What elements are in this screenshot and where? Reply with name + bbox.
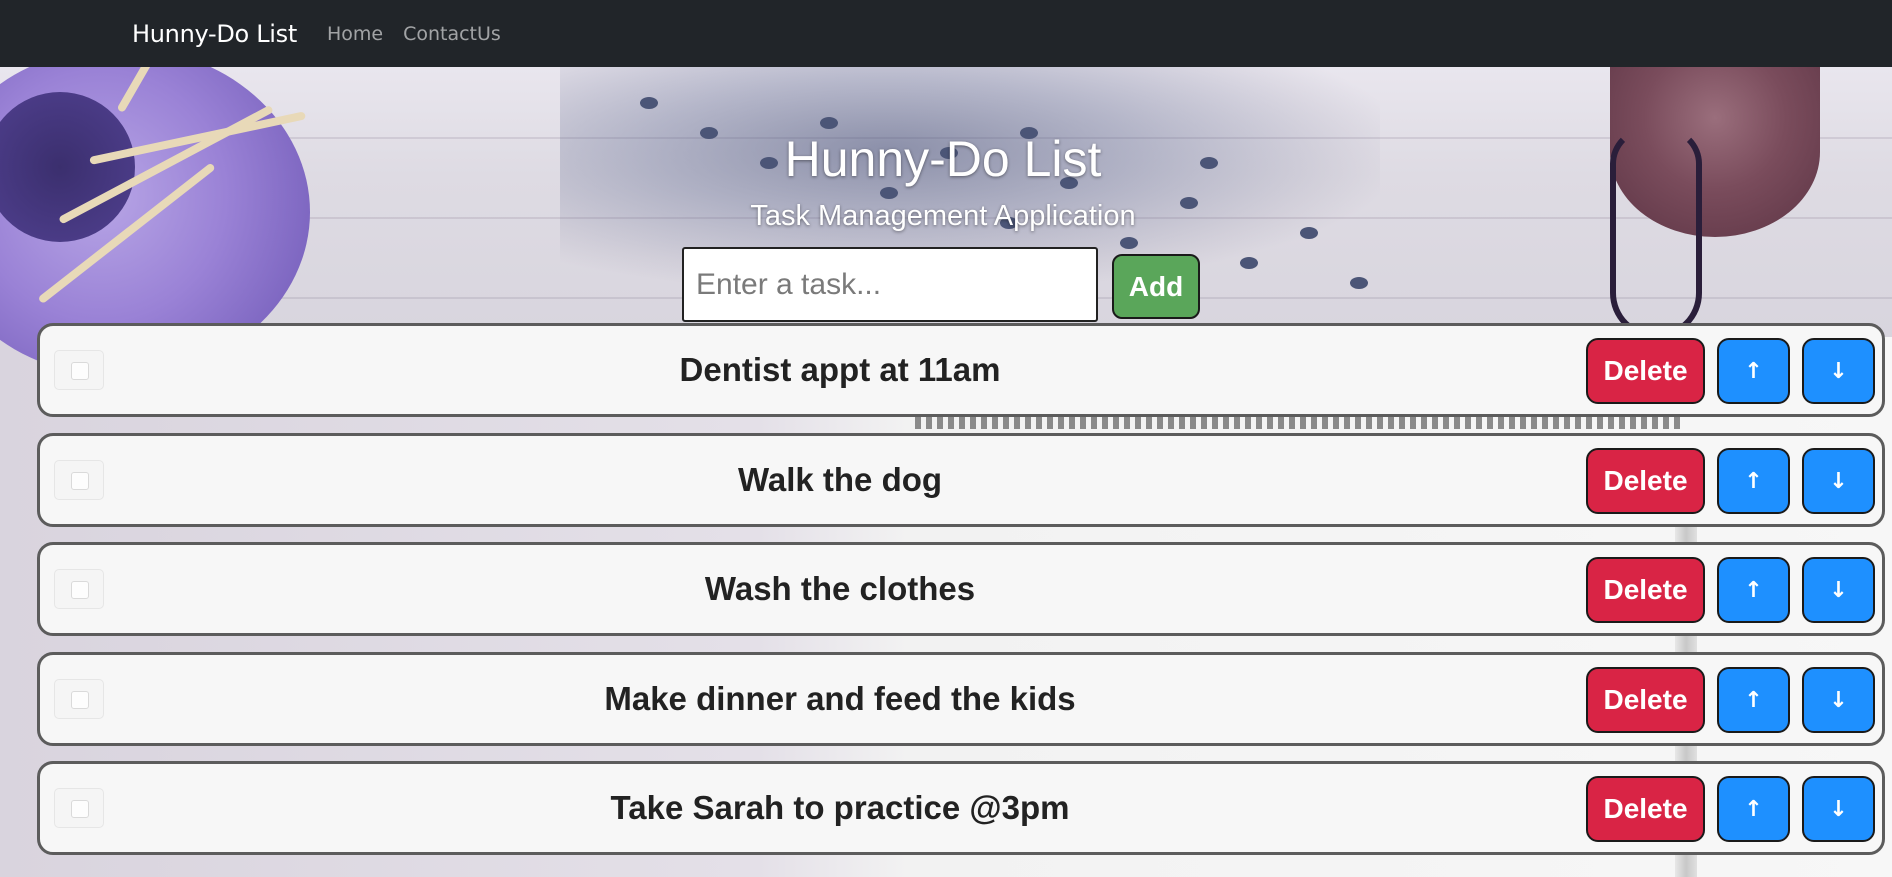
move-down-button[interactable]: ↓ [1802, 557, 1875, 623]
task-text: Dentist appt at 11am [679, 351, 1001, 388]
task-item: Wash the clothes Delete ↑ ↓ [37, 542, 1885, 636]
navbar-brand[interactable]: Hunny-Do List [132, 20, 297, 48]
arrow-up-icon: ↑ [1744, 468, 1763, 494]
navbar: Hunny-Do List Home ContactUs [0, 0, 1892, 67]
arrow-up-icon: ↑ [1744, 687, 1763, 713]
move-down-button[interactable]: ↓ [1802, 667, 1875, 733]
delete-button[interactable]: Delete [1586, 776, 1705, 842]
page-title: Hunny-Do List [784, 131, 1102, 187]
task-text: Wash the clothes [704, 570, 976, 607]
arrow-up-icon: ↑ [1744, 358, 1763, 384]
task-item: Take Sarah to practice @3pm Delete ↑ ↓ [37, 761, 1885, 855]
task-item: Make dinner and feed the kids Delete ↑ ↓ [37, 652, 1885, 746]
task-input[interactable] [682, 247, 1098, 322]
task-item: Dentist appt at 11am Delete ↑ ↓ [37, 323, 1885, 417]
task-text: Make dinner and feed the kids [604, 680, 1076, 717]
arrow-down-icon: ↓ [1829, 687, 1848, 713]
move-down-button[interactable]: ↓ [1802, 338, 1875, 404]
delete-button[interactable]: Delete [1586, 667, 1705, 733]
arrow-down-icon: ↓ [1829, 796, 1848, 822]
nav-link-home[interactable]: Home [327, 23, 383, 45]
arrow-down-icon: ↓ [1829, 468, 1848, 494]
move-up-button[interactable]: ↑ [1717, 776, 1790, 842]
task-text: Take Sarah to practice @3pm [610, 789, 1070, 826]
delete-button[interactable]: Delete [1586, 557, 1705, 623]
move-down-button[interactable]: ↓ [1802, 776, 1875, 842]
move-up-button[interactable]: ↑ [1717, 338, 1790, 404]
arrow-up-icon: ↑ [1744, 577, 1763, 603]
move-up-button[interactable]: ↑ [1717, 667, 1790, 733]
delete-button[interactable]: Delete [1586, 338, 1705, 404]
move-up-button[interactable]: ↑ [1717, 448, 1790, 514]
move-up-button[interactable]: ↑ [1717, 557, 1790, 623]
task-item: Walk the dog Delete ↑ ↓ [37, 433, 1885, 527]
move-down-button[interactable]: ↓ [1802, 448, 1875, 514]
add-button[interactable]: Add [1112, 254, 1200, 319]
arrow-down-icon: ↓ [1829, 358, 1848, 384]
patterned-band [915, 417, 1685, 429]
arrow-down-icon: ↓ [1829, 577, 1848, 603]
delete-button[interactable]: Delete [1586, 448, 1705, 514]
page-subtitle: Task Management Application [750, 200, 1136, 232]
task-text: Walk the dog [737, 461, 943, 498]
arrow-up-icon: ↑ [1744, 796, 1763, 822]
nav-link-contact-us[interactable]: ContactUs [403, 23, 501, 45]
